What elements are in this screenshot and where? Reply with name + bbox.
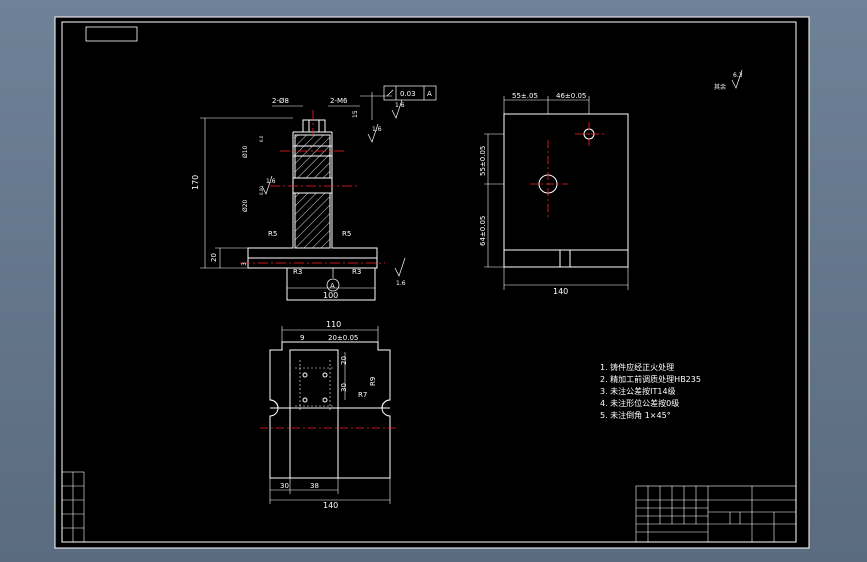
note-2: 2. 精加工前调质处理HB235 [600,374,701,384]
hole-dim-lower: Ø20 [242,199,249,212]
roughness-4: 1.6 [396,280,406,287]
side-dim-bottom: 140 [553,287,568,296]
slot-label-2: 2-M6 [330,97,348,105]
dim-side-small: 3 [241,262,248,266]
radius-r5-right: R5 [342,230,351,238]
tol-small-2: 0.00 [259,186,264,195]
top-dim-top: 110 [326,320,341,329]
section-hatch-lower [294,192,331,249]
dim-base-height: 20 [210,253,218,262]
dim-base-width: 100 [323,291,338,300]
note-3: 3. 未注公差按IT14级 [600,386,676,396]
side-dim-top-left: 55±.05 [512,92,538,100]
side-dim-left-lower: 64±0.05 [479,216,487,246]
gdt-datum: A [427,90,432,98]
top-dim-30: 30 [280,482,289,490]
note-4: 4. 未注形位公差按0级 [600,398,679,408]
top-dim-20: 20±0.05 [328,334,358,342]
gdt-value: 0.03 [400,90,416,98]
note-5: 5. 未注倒角 1×45° [600,410,671,420]
side-dim-top-right: 46±0.05 [556,92,586,100]
top-radius-r7: R7 [358,391,367,399]
top-dim-inner-2: 30 [340,383,348,392]
top-dim-9: 9 [300,334,304,342]
roughness-other-value: 6.3 [733,72,743,79]
top-radius-r9: R9 [369,377,377,386]
dim-top-side: 15 [352,110,359,118]
hole-dim-upper: Ø10 [242,145,249,158]
roughness-1: 1.6 [395,102,405,109]
top-dim-38: 38 [310,482,319,490]
roughness-3: 1.6 [266,178,276,185]
top-dim-bottom: 140 [323,501,338,510]
tol-small-1: 6.0 [259,135,264,142]
drawing-sheet [54,16,810,549]
roughness-2: 1.6 [372,126,382,133]
roughness-other-label: 其余 [714,83,726,91]
top-dim-inner-1: 20 [340,356,348,365]
side-dim-left-upper: 55±0.05 [479,146,487,176]
datum-label: A [330,282,335,290]
slot-label-1: 2-Ø8 [272,97,289,105]
dim-overall-height: 170 [191,175,200,190]
radius-r5-left: R5 [268,230,277,238]
note-1: 1. 铸件应经正火处理 [600,362,674,372]
radius-r3-right: R3 [352,268,361,276]
radius-r3-left: R3 [293,268,302,276]
cad-drawing: 170 20 3 100 2-Ø8 2-M6 Ø10 Ø20 6.0 0.00 … [54,16,810,549]
